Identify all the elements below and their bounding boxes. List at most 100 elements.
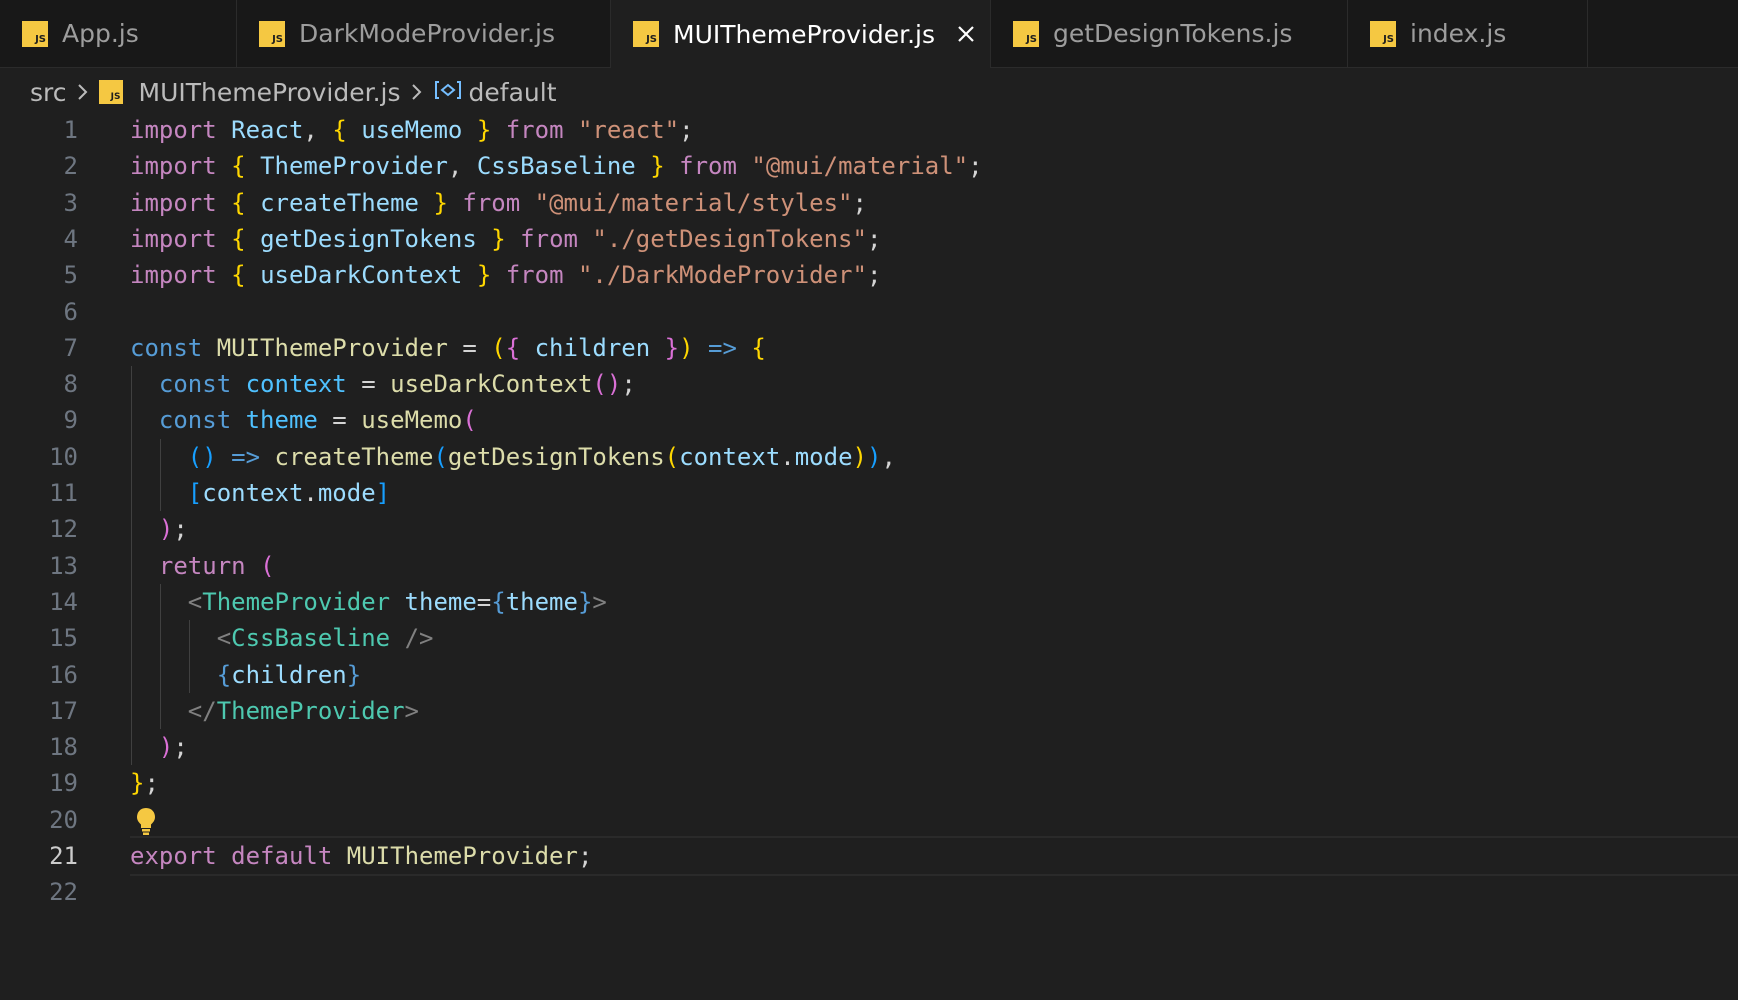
code-token: }: [346, 660, 362, 689]
code-token: ThemeProvider: [216, 696, 405, 725]
code-token: "./DarkModeProvider": [577, 261, 867, 290]
indent-guide: [188, 620, 190, 693]
code-token: default: [231, 842, 333, 870]
tab-muithemeprovider-js[interactable]: JS MUIThemeProvider.js: [611, 0, 991, 68]
code-token: }: [476, 116, 492, 144]
js-file-icon: JS: [633, 21, 659, 47]
code-token: import: [130, 116, 217, 144]
chevron-right-icon: [77, 82, 89, 102]
code-line[interactable]: 15 <CssBaseline />: [0, 620, 1738, 656]
code-token: useDarkContext: [390, 370, 593, 399]
code-line[interactable]: 17 </ThemeProvider>: [0, 693, 1738, 729]
line-number: 13: [49, 551, 78, 580]
code-token: ]: [375, 479, 391, 507]
code-token: return: [158, 551, 246, 580]
breadcrumb-folder[interactable]: src: [30, 78, 67, 107]
code-token: ,: [881, 442, 896, 471]
code-token: theme: [245, 406, 318, 435]
code-token: {: [216, 660, 232, 689]
code-line[interactable]: 12 );: [0, 511, 1738, 547]
code-token: }: [433, 188, 448, 217]
code-token: useDarkContext: [260, 261, 463, 290]
code-token: </: [187, 696, 217, 725]
code-token: {: [231, 224, 246, 253]
code-line[interactable]: 16 {children}: [0, 657, 1738, 693]
code-token: {: [505, 333, 521, 362]
code-line[interactable]: 5 import { useDarkContext } from "./DarkM…: [0, 257, 1738, 293]
code-text: );: [130, 729, 188, 765]
code-line[interactable]: 21 export default MUIThemeProvider;: [0, 836, 1738, 876]
code-line[interactable]: 4 import { getDesignTokens } from "./getD…: [0, 221, 1738, 257]
code-token: export: [130, 842, 217, 870]
code-line[interactable]: 18 );: [0, 729, 1738, 765]
code-token: (: [664, 442, 680, 471]
code-token: theme: [404, 587, 477, 616]
code-token: const: [158, 370, 232, 399]
code-line[interactable]: 7 const MUIThemeProvider = ({ children })…: [0, 330, 1738, 366]
tab-getdesigntokens-js[interactable]: JS getDesignTokens.js: [991, 0, 1348, 67]
code-line[interactable]: 20: [0, 802, 1738, 838]
code-token: ;: [577, 842, 593, 870]
code-token: {: [751, 333, 766, 362]
code-token: =>: [708, 333, 737, 362]
breadcrumb-file[interactable]: MUIThemeProvider.js: [139, 78, 401, 107]
line-number: 18: [49, 733, 78, 762]
code-line[interactable]: 22: [0, 874, 1738, 910]
line-number: 15: [49, 624, 78, 653]
line-number: 12: [49, 515, 78, 544]
lightbulb-icon[interactable]: [134, 806, 158, 840]
code-editor[interactable]: 1 import React, { useMemo } from "react";…: [0, 112, 1738, 1000]
code-token: (): [187, 442, 217, 471]
code-line[interactable]: 13 return (: [0, 548, 1738, 584]
code-token: >: [592, 587, 607, 616]
code-token: {: [231, 188, 246, 217]
tab-darkmodeprovider-js[interactable]: JS DarkModeProvider.js: [237, 0, 611, 67]
code-line[interactable]: 11 [context.mode]: [0, 475, 1738, 511]
code-token: (: [491, 333, 506, 362]
code-line[interactable]: 2 import { ThemeProvider, CssBaseline } f…: [0, 148, 1738, 184]
tab-index-js[interactable]: JS index.js: [1348, 0, 1588, 67]
tab-app-js[interactable]: JS App.js: [0, 0, 237, 67]
code-line[interactable]: 6: [0, 294, 1738, 330]
code-token: ;: [968, 152, 983, 181]
breadcrumb-symbol[interactable]: default: [469, 78, 557, 107]
close-icon[interactable]: [953, 21, 979, 47]
code-token: ,: [447, 152, 477, 181]
code-line[interactable]: 19};: [0, 765, 1738, 801]
code-token: ): [158, 733, 174, 762]
code-token: }: [664, 333, 680, 362]
code-line[interactable]: 1 import React, { useMemo } from "react";: [0, 112, 1738, 148]
code-line[interactable]: 3 import { createTheme } from "@mui/mater…: [0, 185, 1738, 221]
code-text: export default MUIThemeProvider;: [130, 838, 592, 874]
code-token: from: [462, 188, 521, 217]
code-text: () => createTheme(getDesignTokens(contex…: [130, 439, 896, 475]
code-line[interactable]: 9 const theme = useMemo(: [0, 402, 1738, 438]
line-number: 11: [49, 479, 78, 507]
code-line[interactable]: 10 () => createTheme(getDesignTokens(con…: [0, 439, 1738, 475]
code-token: ,: [303, 116, 333, 144]
line-number: 1: [63, 116, 78, 144]
code-line[interactable]: 14 <ThemeProvider theme={theme}>: [0, 584, 1738, 620]
code-token: ;: [866, 261, 882, 290]
code-line[interactable]: 8 const context = useDarkContext();: [0, 366, 1738, 402]
